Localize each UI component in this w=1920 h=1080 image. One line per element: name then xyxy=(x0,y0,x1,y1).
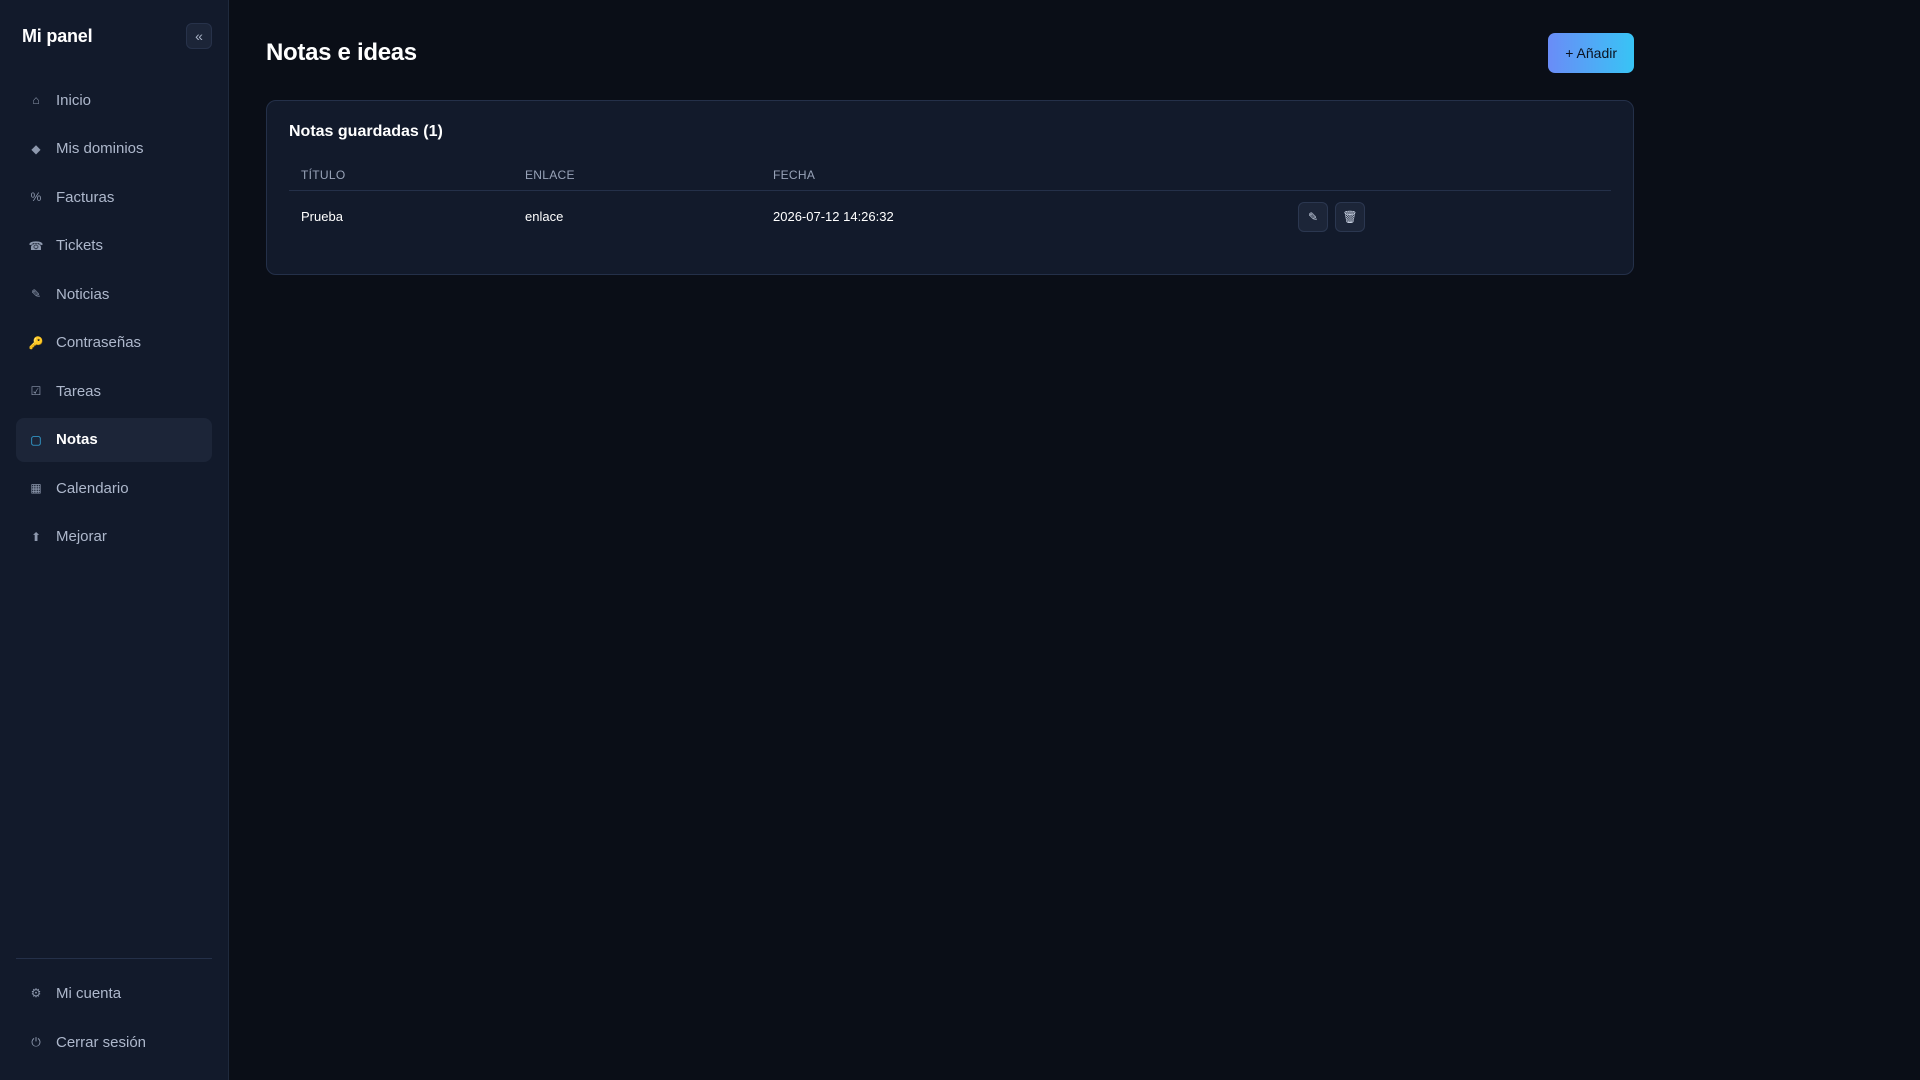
sidebar-item-mejorar[interactable]: ⬆ Mejorar xyxy=(16,515,212,559)
cell-enlace[interactable]: enlace xyxy=(525,209,773,224)
sidebar-item-label: Mejorar xyxy=(56,528,107,545)
add-note-button[interactable]: + Añadir xyxy=(1548,33,1634,73)
arrow-up-icon: ⬆ xyxy=(30,529,42,544)
trash-icon: 🗑 xyxy=(1342,209,1358,224)
notes-table: TÍTULO ENLACE FECHA Prueba enlace 2026-0… xyxy=(289,168,1611,242)
sidebar-item-contrasenas[interactable]: 🔑 Contraseñas xyxy=(16,321,212,365)
edit-note-button[interactable]: ✎ xyxy=(1298,201,1328,232)
sidebar-item-label: Notas xyxy=(56,431,98,448)
sidebar-item-inicio[interactable]: ⌂ Inicio xyxy=(16,78,212,122)
brand-title: Mi panel xyxy=(22,25,93,46)
key-icon: 🔑 xyxy=(28,335,44,350)
row-actions: ✎ 🗑 xyxy=(1298,201,1365,232)
notes-card: Notas guardadas (1) TÍTULO ENLACE FECHA … xyxy=(266,100,1634,275)
sidebar-divider xyxy=(16,958,212,959)
cell-fecha: 2026-07-12 14:26:32 xyxy=(773,209,894,224)
sidebar-item-calendario[interactable]: ▦ Calendario xyxy=(16,466,212,510)
percent-icon: % xyxy=(30,190,42,204)
sidebar-item-label: Facturas xyxy=(56,188,115,206)
sidebar-item-label: Mis dominios xyxy=(56,140,144,157)
note-icon: ▢ xyxy=(30,432,42,447)
sidebar: Mi panel « ⌂ Inicio ◆ Mis dominios % Fac… xyxy=(0,0,229,1080)
sidebar-nav: ⌂ Inicio ◆ Mis dominios % Facturas ☎ Tic… xyxy=(16,78,212,559)
sidebar-item-label: Tareas xyxy=(56,382,102,400)
table-header: TÍTULO ENLACE FECHA xyxy=(289,168,1611,191)
sidebar-item-label: Tickets xyxy=(56,237,103,254)
page-title: Notas e ideas xyxy=(266,39,417,66)
home-icon: ⌂ xyxy=(32,93,40,107)
card-title: Notas guardadas (1) xyxy=(289,123,443,140)
pencil-icon: ✎ xyxy=(1307,209,1319,224)
diamond-icon: ◆ xyxy=(31,141,41,156)
app-root: Mi panel « ⌂ Inicio ◆ Mis dominios % Fac… xyxy=(0,0,1920,1080)
column-header-fecha: FECHA xyxy=(773,168,816,182)
cell-titulo: Prueba xyxy=(301,209,343,224)
main-content: Notas e ideas + Añadir Notas guardadas (… xyxy=(229,0,1920,1080)
gear-icon: ⚙ xyxy=(30,986,42,1000)
calendar-icon: ▦ xyxy=(30,481,42,495)
sidebar-item-cerrar-sesion[interactable]: ⏻ Cerrar sesión xyxy=(16,1020,212,1064)
sidebar-header: Mi panel « xyxy=(16,0,212,72)
pencil-icon: ✎ xyxy=(30,287,42,301)
table-row: Prueba enlace 2026-07-12 14:26:32 ✎ 🗑 xyxy=(289,191,1611,242)
sidebar-item-label: Calendario xyxy=(56,479,129,497)
power-icon: ⏻ xyxy=(31,1034,41,1049)
page-header: Notas e ideas + Añadir xyxy=(266,32,1634,74)
sidebar-footer: ⚙ Mi cuenta ⏻ Cerrar sesión xyxy=(16,971,212,1064)
sidebar-item-label: Inicio xyxy=(56,91,92,109)
sidebar-item-mi-cuenta[interactable]: ⚙ Mi cuenta xyxy=(16,971,212,1015)
sidebar-item-notas[interactable]: ▢ Notas xyxy=(16,417,212,462)
sidebar-item-label: Mi cuenta xyxy=(56,984,122,1002)
sidebar-item-mis-dominios[interactable]: ◆ Mis dominios xyxy=(16,127,212,171)
sidebar-item-label: Cerrar sesión xyxy=(56,1033,147,1051)
sidebar-item-label: Contraseñas xyxy=(56,334,142,351)
sidebar-item-tickets[interactable]: ☎ Tickets xyxy=(16,224,212,268)
delete-note-button[interactable]: 🗑 xyxy=(1335,201,1365,232)
sidebar-item-tareas[interactable]: ☑ Tareas xyxy=(16,369,212,413)
checkbox-icon: ☑ xyxy=(30,384,42,398)
phone-icon: ☎ xyxy=(28,238,44,253)
collapse-sidebar-button[interactable]: « xyxy=(186,23,212,49)
column-header-enlace: ENLACE xyxy=(525,168,575,182)
sidebar-item-noticias[interactable]: ✎ Noticias xyxy=(16,272,212,316)
sidebar-item-label: Noticias xyxy=(56,285,110,303)
sidebar-item-facturas[interactable]: % Facturas xyxy=(16,175,212,219)
column-header-titulo: TÍTULO xyxy=(301,168,346,182)
